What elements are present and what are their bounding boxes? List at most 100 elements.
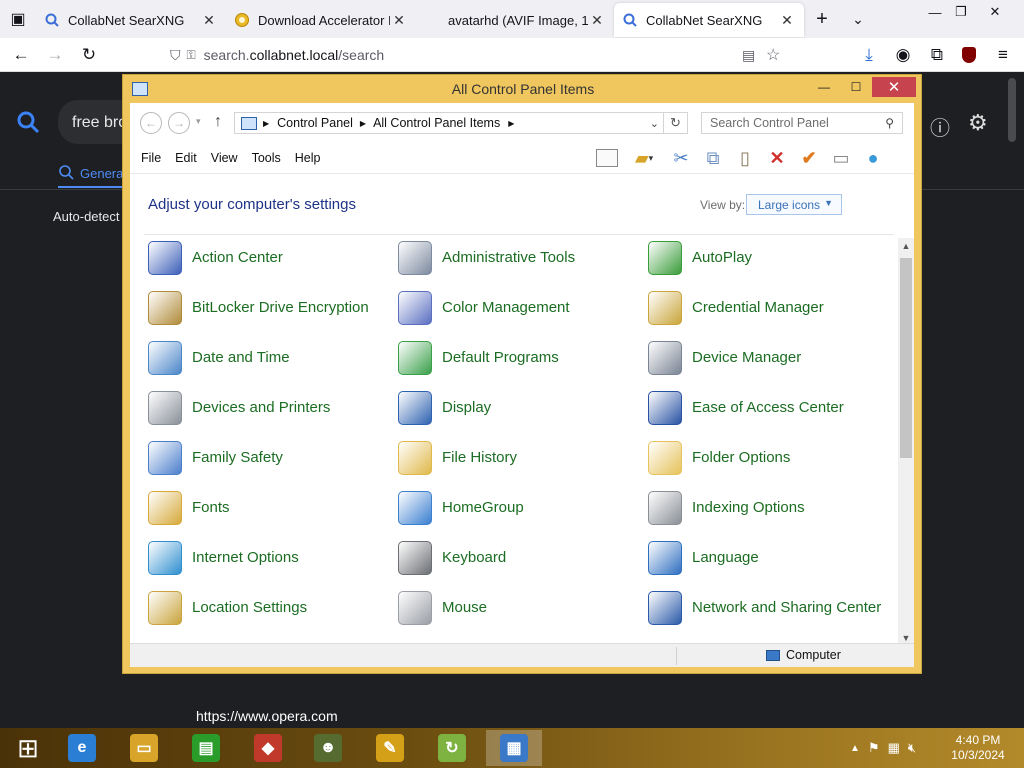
breadcrumb-arrow-icon[interactable]: ▶ — [263, 119, 269, 128]
folder-views-icon[interactable]: ▰ ▾ — [626, 145, 662, 171]
control-panel-item[interactable]: Family Safety — [130, 438, 370, 478]
control-panel-item[interactable]: Internet Options — [130, 538, 370, 578]
language-auto-detect[interactable]: Auto-detect — [53, 209, 120, 224]
control-panel-item[interactable]: Display — [380, 388, 620, 428]
app-green-icon[interactable]: ↻ — [424, 730, 480, 766]
start-button[interactable]: ⊞ — [0, 730, 56, 766]
back-icon[interactable]: ← — [140, 112, 162, 134]
control-panel-task-icon[interactable]: ▦ — [486, 730, 542, 766]
clock[interactable]: 4:40 PM 10/3/2024 — [948, 733, 1008, 763]
tab-list-icon[interactable]: ▣ — [0, 0, 36, 38]
properties-icon[interactable]: ▭ — [828, 145, 854, 171]
control-panel-item[interactable]: Mouse — [380, 588, 620, 628]
ie-icon[interactable]: e — [54, 730, 110, 766]
delete-icon[interactable]: ✕ — [764, 145, 790, 171]
layout-pane-icon[interactable] — [594, 145, 620, 171]
control-panel-item[interactable]: Location Settings — [130, 588, 370, 628]
control-panel-item[interactable]: Credential Manager — [630, 288, 870, 328]
breadcrumb-all-items[interactable]: All Control Panel Items — [373, 116, 500, 130]
control-panel-item[interactable]: Keyboard — [380, 538, 620, 578]
control-panel-item[interactable]: Network and Sharing Center — [630, 588, 881, 628]
menu-icon[interactable]: ≡ — [986, 38, 1020, 72]
ublock-icon[interactable] — [952, 38, 986, 72]
search-control-panel-input[interactable]: Search Control Panel ⚲ — [701, 112, 903, 134]
menu-help[interactable]: Help — [288, 151, 328, 165]
up-icon[interactable]: ↑ — [214, 113, 222, 131]
minimize-icon[interactable]: — — [809, 77, 839, 97]
control-panel-item[interactable]: Color Management — [380, 288, 620, 328]
close-icon[interactable]: ✕ — [200, 12, 218, 29]
explorer-icon[interactable]: ▭ — [116, 730, 172, 766]
browser-close-icon[interactable]: ✕ — [980, 0, 1010, 24]
control-panel-item[interactable]: Indexing Options — [630, 488, 870, 528]
tab-general[interactable]: Genera — [58, 164, 123, 183]
control-panel-item[interactable]: Administrative Tools — [380, 238, 620, 278]
browser-tab-4[interactable]: CollabNet SearXNG ✕ — [614, 3, 804, 37]
store-icon[interactable]: ▤ — [178, 730, 234, 766]
search-icon[interactable]: ⚲ — [885, 116, 894, 130]
control-panel-item[interactable]: BitLocker Drive Encryption — [130, 288, 370, 328]
breadcrumb-arrow-icon[interactable]: ▶ — [360, 119, 366, 128]
gear-icon[interactable]: ⚙ — [968, 110, 988, 136]
page-scrollbar[interactable] — [1008, 78, 1016, 142]
control-panel-item[interactable]: Fonts — [130, 488, 370, 528]
menu-edit[interactable]: Edit — [168, 151, 204, 165]
browser-tab-1[interactable]: CollabNet SearXNG ✕ — [36, 3, 226, 37]
chevron-down-icon[interactable]: ⌄ — [650, 117, 659, 130]
control-panel-item[interactable]: AutoPlay — [630, 238, 870, 278]
recent-locations-icon[interactable]: ▾ — [196, 116, 201, 127]
app-archive-icon[interactable]: ✎ — [362, 730, 418, 766]
control-panel-item[interactable]: Device Manager — [630, 338, 870, 378]
show-hidden-icons-icon[interactable]: ▲ — [850, 743, 860, 754]
refresh-icon[interactable]: ↻ — [664, 112, 688, 134]
maximize-icon[interactable]: ☐ — [841, 77, 871, 97]
menu-view[interactable]: View — [204, 151, 245, 165]
close-icon[interactable]: ✕ — [778, 12, 796, 29]
app-red-icon[interactable]: ◆ — [240, 730, 296, 766]
checkmark-icon[interactable]: ✔ — [796, 145, 822, 171]
lock-icon[interactable]: ⚿ — [187, 48, 196, 63]
control-panel-item[interactable]: Action Center — [130, 238, 370, 278]
network-icon[interactable]: ▦ — [888, 740, 900, 756]
scroll-thumb[interactable] — [900, 258, 912, 458]
control-panel-item[interactable]: Folder Options — [630, 438, 870, 478]
extensions-icon[interactable]: ⧉ — [920, 38, 954, 72]
app-person-icon[interactable]: ☻ — [300, 730, 356, 766]
reload-icon[interactable]: ↻ — [72, 38, 106, 72]
forward-icon[interactable]: → — [168, 112, 190, 134]
bookmark-star-icon[interactable]: ☆ — [766, 45, 780, 65]
copy-icon[interactable]: ⧉ — [700, 145, 726, 171]
control-panel-item[interactable]: Ease of Access Center — [630, 388, 870, 428]
scroll-up-icon[interactable]: ▲ — [898, 238, 914, 254]
vertical-scrollbar[interactable]: ▲ ▼ — [898, 238, 914, 646]
cut-icon[interactable]: ✂ — [668, 145, 694, 171]
breadcrumb-arrow-icon[interactable]: ▶ — [508, 119, 514, 128]
control-panel-item[interactable]: Default Programs — [380, 338, 620, 378]
control-panel-item[interactable]: Date and Time — [130, 338, 370, 378]
breadcrumb-control-panel[interactable]: Control Panel — [277, 116, 353, 130]
searxng-logo-icon[interactable] — [16, 110, 42, 143]
control-panel-item[interactable]: File History — [380, 438, 620, 478]
control-panel-item[interactable]: Language — [630, 538, 870, 578]
control-panel-item[interactable]: HomeGroup — [380, 488, 620, 528]
browser-tab-2[interactable]: Download Accelerator M ✕ — [226, 3, 416, 37]
address-box[interactable]: ▶ Control Panel ▶ All Control Panel Item… — [234, 112, 664, 134]
downloads-icon[interactable]: ⤓ — [852, 38, 886, 72]
restore-icon[interactable]: ❐ — [946, 0, 976, 24]
shield-icon[interactable]: ⛉ — [170, 47, 181, 64]
chevron-down-icon[interactable]: ⌄ — [840, 0, 876, 38]
menu-file[interactable]: File — [134, 151, 168, 165]
new-tab-icon[interactable]: + — [804, 0, 840, 38]
forward-icon[interactable]: → — [38, 38, 72, 72]
action-center-flag-icon[interactable]: ⚑ — [868, 740, 880, 756]
back-icon[interactable]: ← — [4, 38, 38, 72]
close-button[interactable]: ✕ — [872, 77, 916, 97]
paste-icon[interactable]: ▯ — [732, 145, 758, 171]
close-icon[interactable]: ✕ — [588, 12, 606, 29]
url-bar[interactable]: ⛉ ⚿ search. collabnet.local/search ▤ ☆ — [170, 42, 790, 68]
globe-icon[interactable]: ● — [860, 145, 886, 171]
browser-tab-3[interactable]: avatarhd (AVIF Image, 1200 × ✕ — [416, 3, 614, 37]
control-panel-item[interactable]: Devices and Printers — [130, 388, 370, 428]
info-icon[interactable]: ⓘ — [930, 112, 950, 141]
menu-tools[interactable]: Tools — [245, 151, 288, 165]
